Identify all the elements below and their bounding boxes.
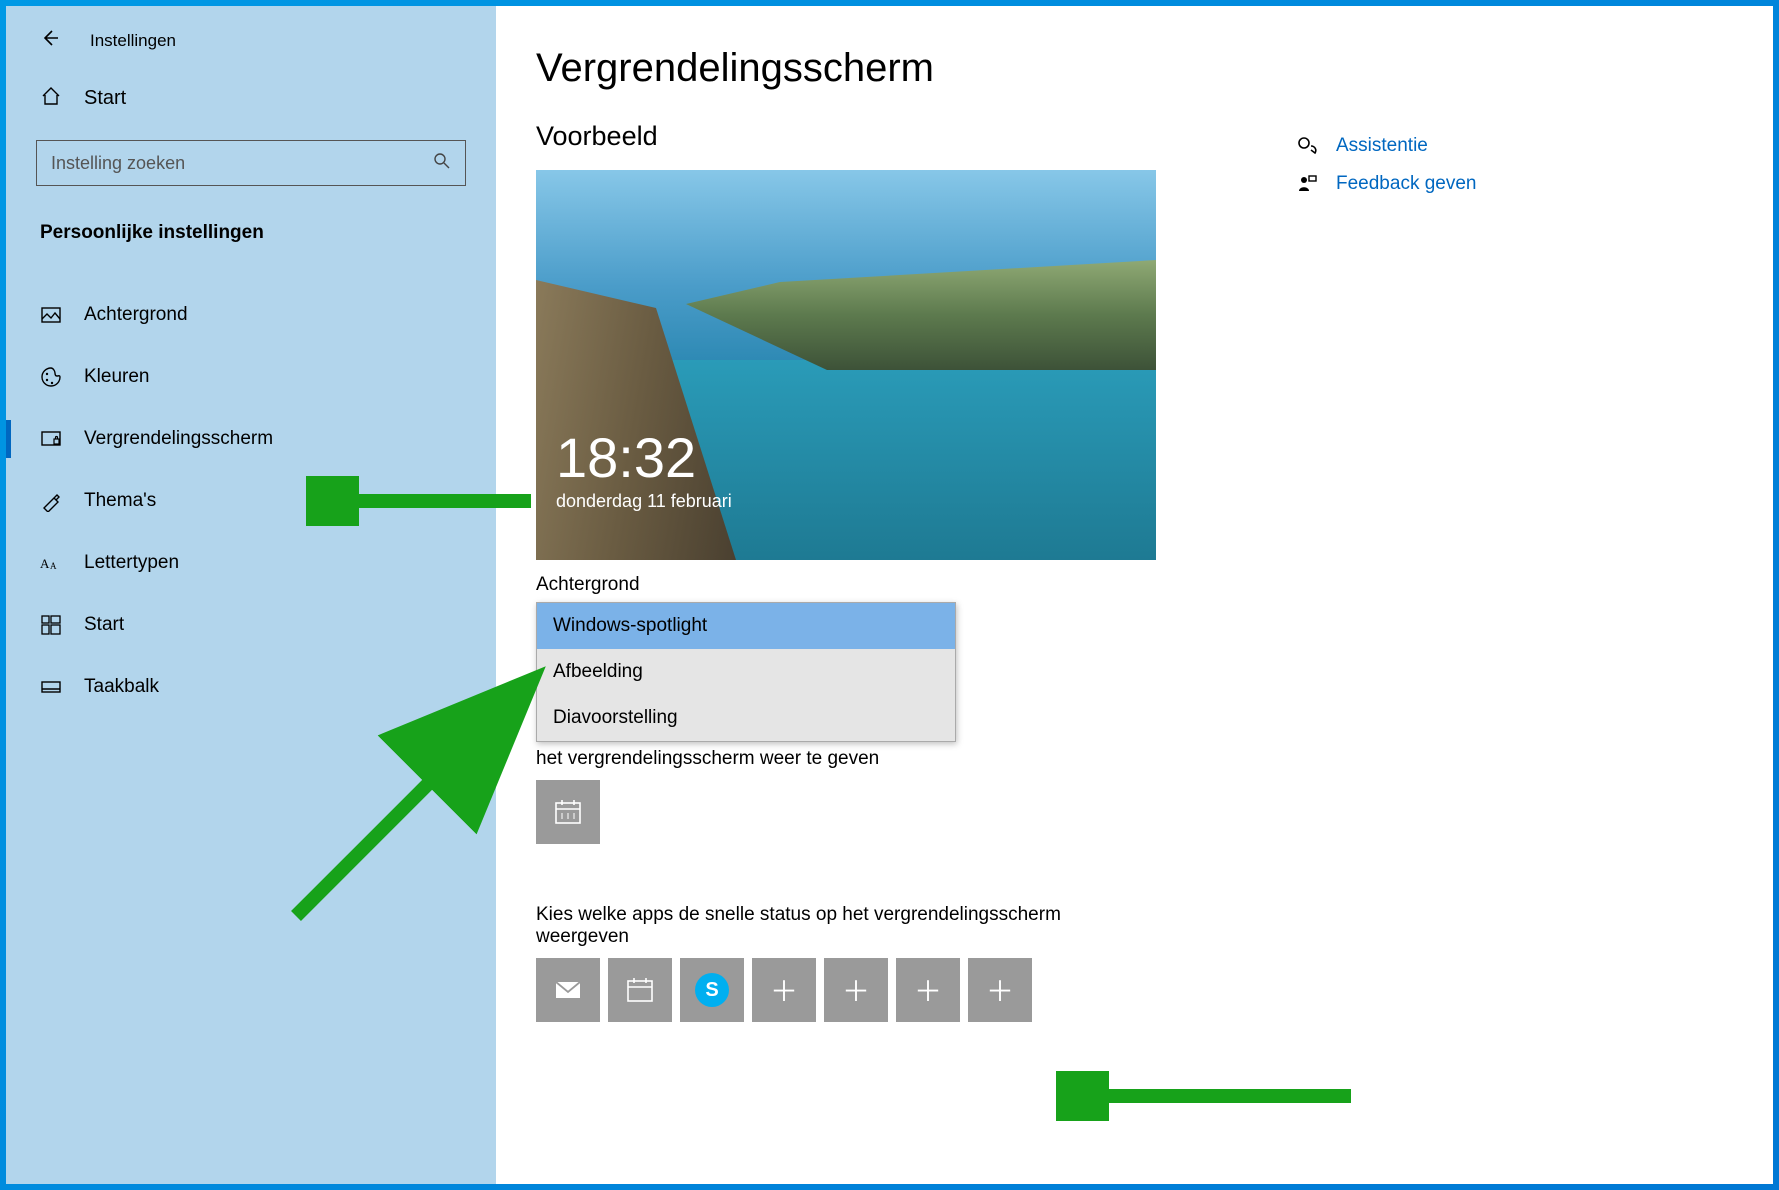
dropdown-option-diavoorstelling[interactable]: Diavoorstelling	[537, 695, 955, 741]
home-icon	[40, 85, 62, 112]
detail-app-calendar[interactable]	[536, 780, 600, 844]
nav-item-vergrendelingsscherm[interactable]: Vergrendelingsscherm	[6, 408, 496, 470]
nav-item-label: Vergrendelingsscherm	[84, 428, 273, 450]
sidebar: Instellingen Start Persoonlijke instelli…	[6, 6, 496, 1184]
nav-item-label: Taakbalk	[84, 676, 159, 698]
plus-icon: ＋	[914, 970, 942, 1010]
home-button[interactable]: Start	[6, 67, 496, 130]
background-label: Achtergrond	[536, 574, 1216, 596]
nav-item-achtergrond[interactable]: Achtergrond	[6, 284, 496, 346]
content: Vergrendelingsscherm Voorbeeld 18:32 don…	[496, 6, 1773, 1184]
preview-time: 18:32	[556, 425, 696, 490]
page-title: Vergrendelingsscherm	[536, 46, 1733, 91]
plus-icon: ＋	[842, 970, 870, 1010]
sidebar-header: Instellingen	[6, 18, 496, 67]
quick-app-skype[interactable]: S	[680, 958, 744, 1022]
back-icon[interactable]	[40, 28, 60, 53]
preview-heading: Voorbeeld	[536, 121, 1216, 152]
svg-text:A: A	[40, 556, 50, 571]
home-label: Start	[84, 87, 126, 110]
nav-item-lettertypen[interactable]: AA Lettertypen	[6, 532, 496, 594]
nav-item-label: Kleuren	[84, 366, 150, 388]
main-column: Voorbeeld 18:32 donderdag 11 februari Ac…	[536, 121, 1216, 1022]
background-dropdown[interactable]: Windows-spotlight Afbeelding Diavoorstel…	[536, 602, 956, 742]
search-box[interactable]	[36, 140, 466, 186]
quick-status-label: Kies welke apps de snelle status op het …	[536, 904, 1116, 948]
lockscreen-preview: 18:32 donderdag 11 februari	[536, 170, 1156, 560]
dropdown-option-spotlight[interactable]: Windows-spotlight	[537, 603, 955, 649]
nav-item-label: Start	[84, 614, 124, 636]
quick-status-row: S ＋ ＋ ＋ ＋	[536, 958, 1216, 1022]
quick-app-mail[interactable]	[536, 958, 600, 1022]
plus-icon: ＋	[986, 970, 1014, 1010]
svg-text:A: A	[50, 561, 57, 571]
settings-window: Instellingen Start Persoonlijke instelli…	[6, 6, 1773, 1184]
plus-icon: ＋	[770, 970, 798, 1010]
help-link-feedback[interactable]: Feedback geven	[1296, 165, 1596, 203]
quick-app-add-4[interactable]: ＋	[968, 958, 1032, 1022]
nav-item-taakbalk[interactable]: Taakbalk	[6, 656, 496, 718]
nav-item-label: Achtergrond	[84, 304, 188, 326]
quick-app-add-2[interactable]: ＋	[824, 958, 888, 1022]
nav-item-label: Thema's	[84, 490, 156, 512]
quick-app-add-1[interactable]: ＋	[752, 958, 816, 1022]
nav-item-kleuren[interactable]: Kleuren	[6, 346, 496, 408]
dropdown-option-afbeelding[interactable]: Afbeelding	[537, 649, 955, 695]
preview-date: donderdag 11 februari	[556, 491, 732, 512]
search-input[interactable]	[51, 153, 433, 174]
quick-app-add-3[interactable]: ＋	[896, 958, 960, 1022]
nav-item-start[interactable]: Start	[6, 594, 496, 656]
help-link-assistentie[interactable]: Assistentie	[1296, 127, 1596, 165]
app-title: Instellingen	[90, 31, 176, 51]
search-icon	[433, 152, 451, 175]
help-link-label: Feedback geven	[1336, 173, 1477, 195]
detail-status-text: het vergrendelingsscherm weer te geven	[536, 748, 1196, 770]
category-label: Persoonlijke instellingen	[6, 204, 496, 254]
skype-icon: S	[695, 973, 729, 1007]
help-link-label: Assistentie	[1336, 135, 1428, 157]
nav-list: Achtergrond Kleuren Vergrendelingsscherm…	[6, 284, 496, 718]
detail-app-row	[536, 780, 1216, 844]
quick-app-calendar[interactable]	[608, 958, 672, 1022]
nav-item-label: Lettertypen	[84, 552, 179, 574]
nav-item-themas[interactable]: Thema's	[6, 470, 496, 532]
help-links: Assistentie Feedback geven	[1296, 127, 1596, 1022]
